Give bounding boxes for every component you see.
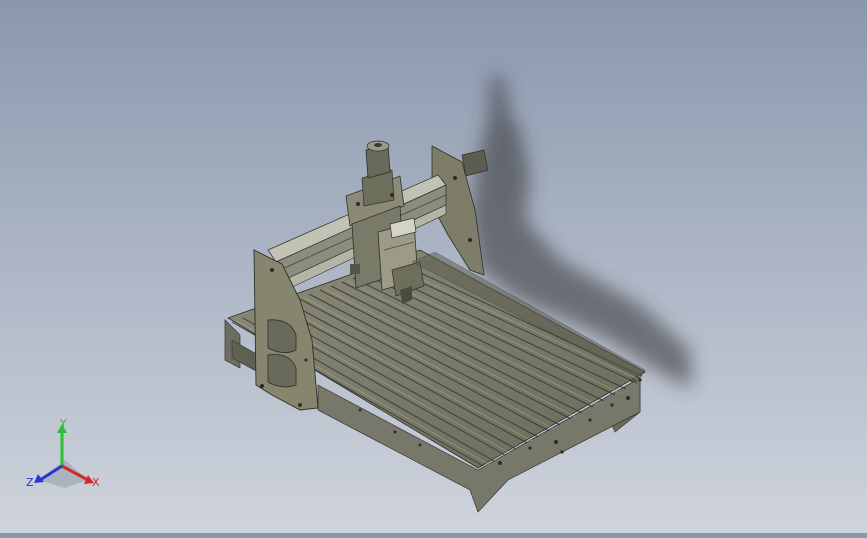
z-axis-label: Z [26,476,34,489]
model-canvas[interactable] [0,0,867,533]
coordinate-triad: Y X Z [20,417,110,498]
y-axis-label: Y [59,418,67,430]
3d-viewport[interactable]: Y X Z [0,0,867,533]
x-axis-label: X [92,476,100,489]
